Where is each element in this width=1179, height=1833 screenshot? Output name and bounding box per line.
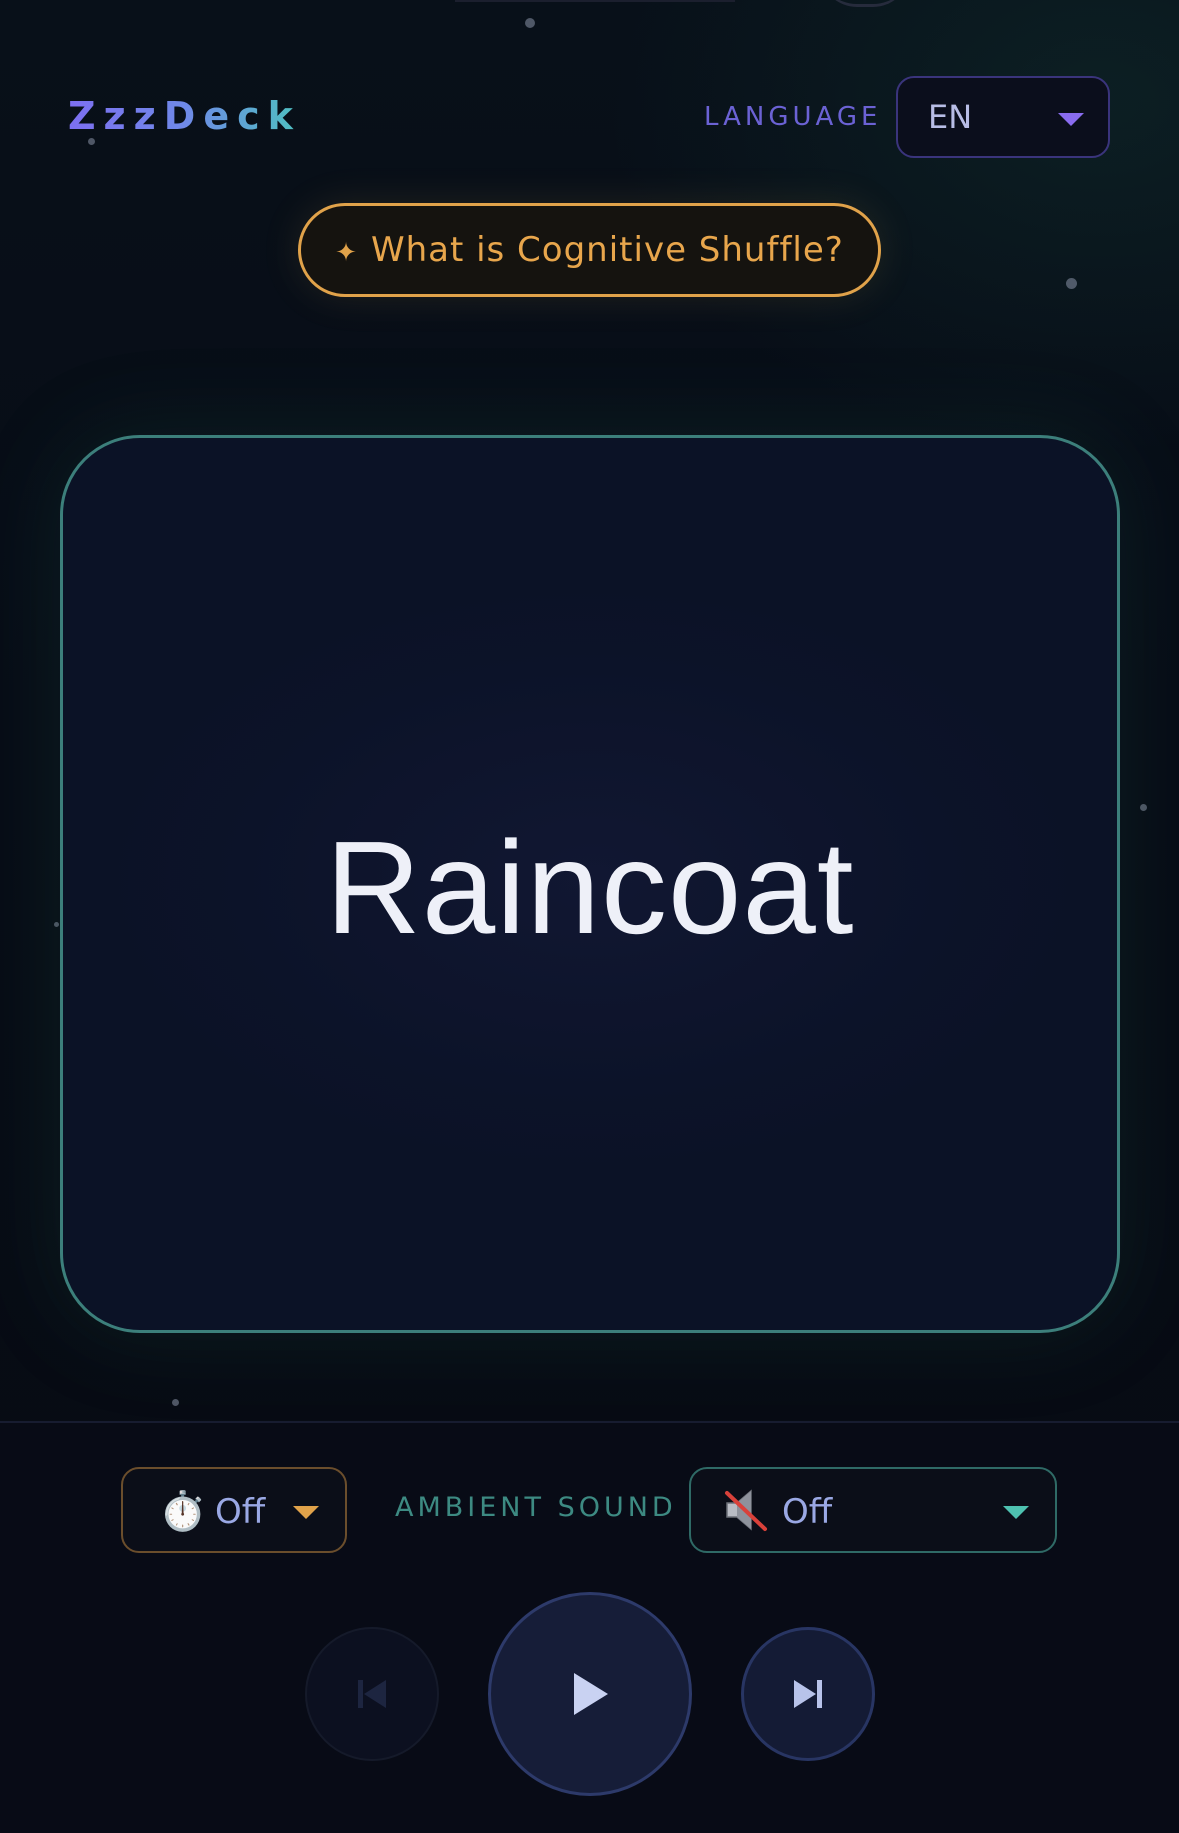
star-decoration <box>525 18 535 28</box>
cognitive-shuffle-info-label: What is Cognitive Shuffle? <box>370 230 844 270</box>
skip-next-icon <box>794 1680 822 1708</box>
chevron-down-icon <box>293 1506 319 1519</box>
play-icon <box>574 1673 608 1715</box>
app-logo: ZzzDeck <box>68 94 301 138</box>
cognitive-shuffle-info-button[interactable]: ✦ What is Cognitive Shuffle? <box>298 203 881 297</box>
language-value: EN <box>928 98 973 136</box>
star-decoration <box>54 922 59 927</box>
star-decoration <box>88 138 95 145</box>
muted-speaker-icon <box>725 1489 767 1531</box>
chevron-down-icon <box>1058 113 1084 126</box>
previous-button[interactable] <box>305 1627 439 1761</box>
language-select[interactable]: EN <box>896 76 1110 158</box>
skip-previous-icon <box>358 1680 386 1708</box>
card-word: Raincoat <box>325 813 855 961</box>
top-arc-decoration <box>820 0 910 7</box>
top-edge-decoration <box>455 0 735 2</box>
sleep-timer-value: Off <box>215 1492 266 1532</box>
app-screen: ZzzDeck LANGUAGE EN ✦ What is Cognitive … <box>0 0 1179 1833</box>
sleep-timer-select[interactable]: ⏱️ Off <box>121 1467 347 1553</box>
star-decoration <box>172 1399 179 1406</box>
ambient-sound-select[interactable]: Off <box>689 1467 1057 1553</box>
ambient-sound-label: AMBIENT SOUND <box>395 1492 677 1523</box>
star-decoration <box>1140 804 1147 811</box>
sparkle-icon: ✦ <box>335 238 357 268</box>
word-card[interactable]: Raincoat <box>60 435 1120 1333</box>
star-decoration <box>1066 278 1077 289</box>
ambient-sound-value: Off <box>782 1492 833 1532</box>
stopwatch-icon: ⏱️ <box>159 1489 207 1533</box>
chevron-down-icon <box>1003 1506 1029 1519</box>
next-button[interactable] <box>741 1627 875 1761</box>
language-label: LANGUAGE <box>704 102 882 132</box>
play-button[interactable] <box>488 1592 692 1796</box>
